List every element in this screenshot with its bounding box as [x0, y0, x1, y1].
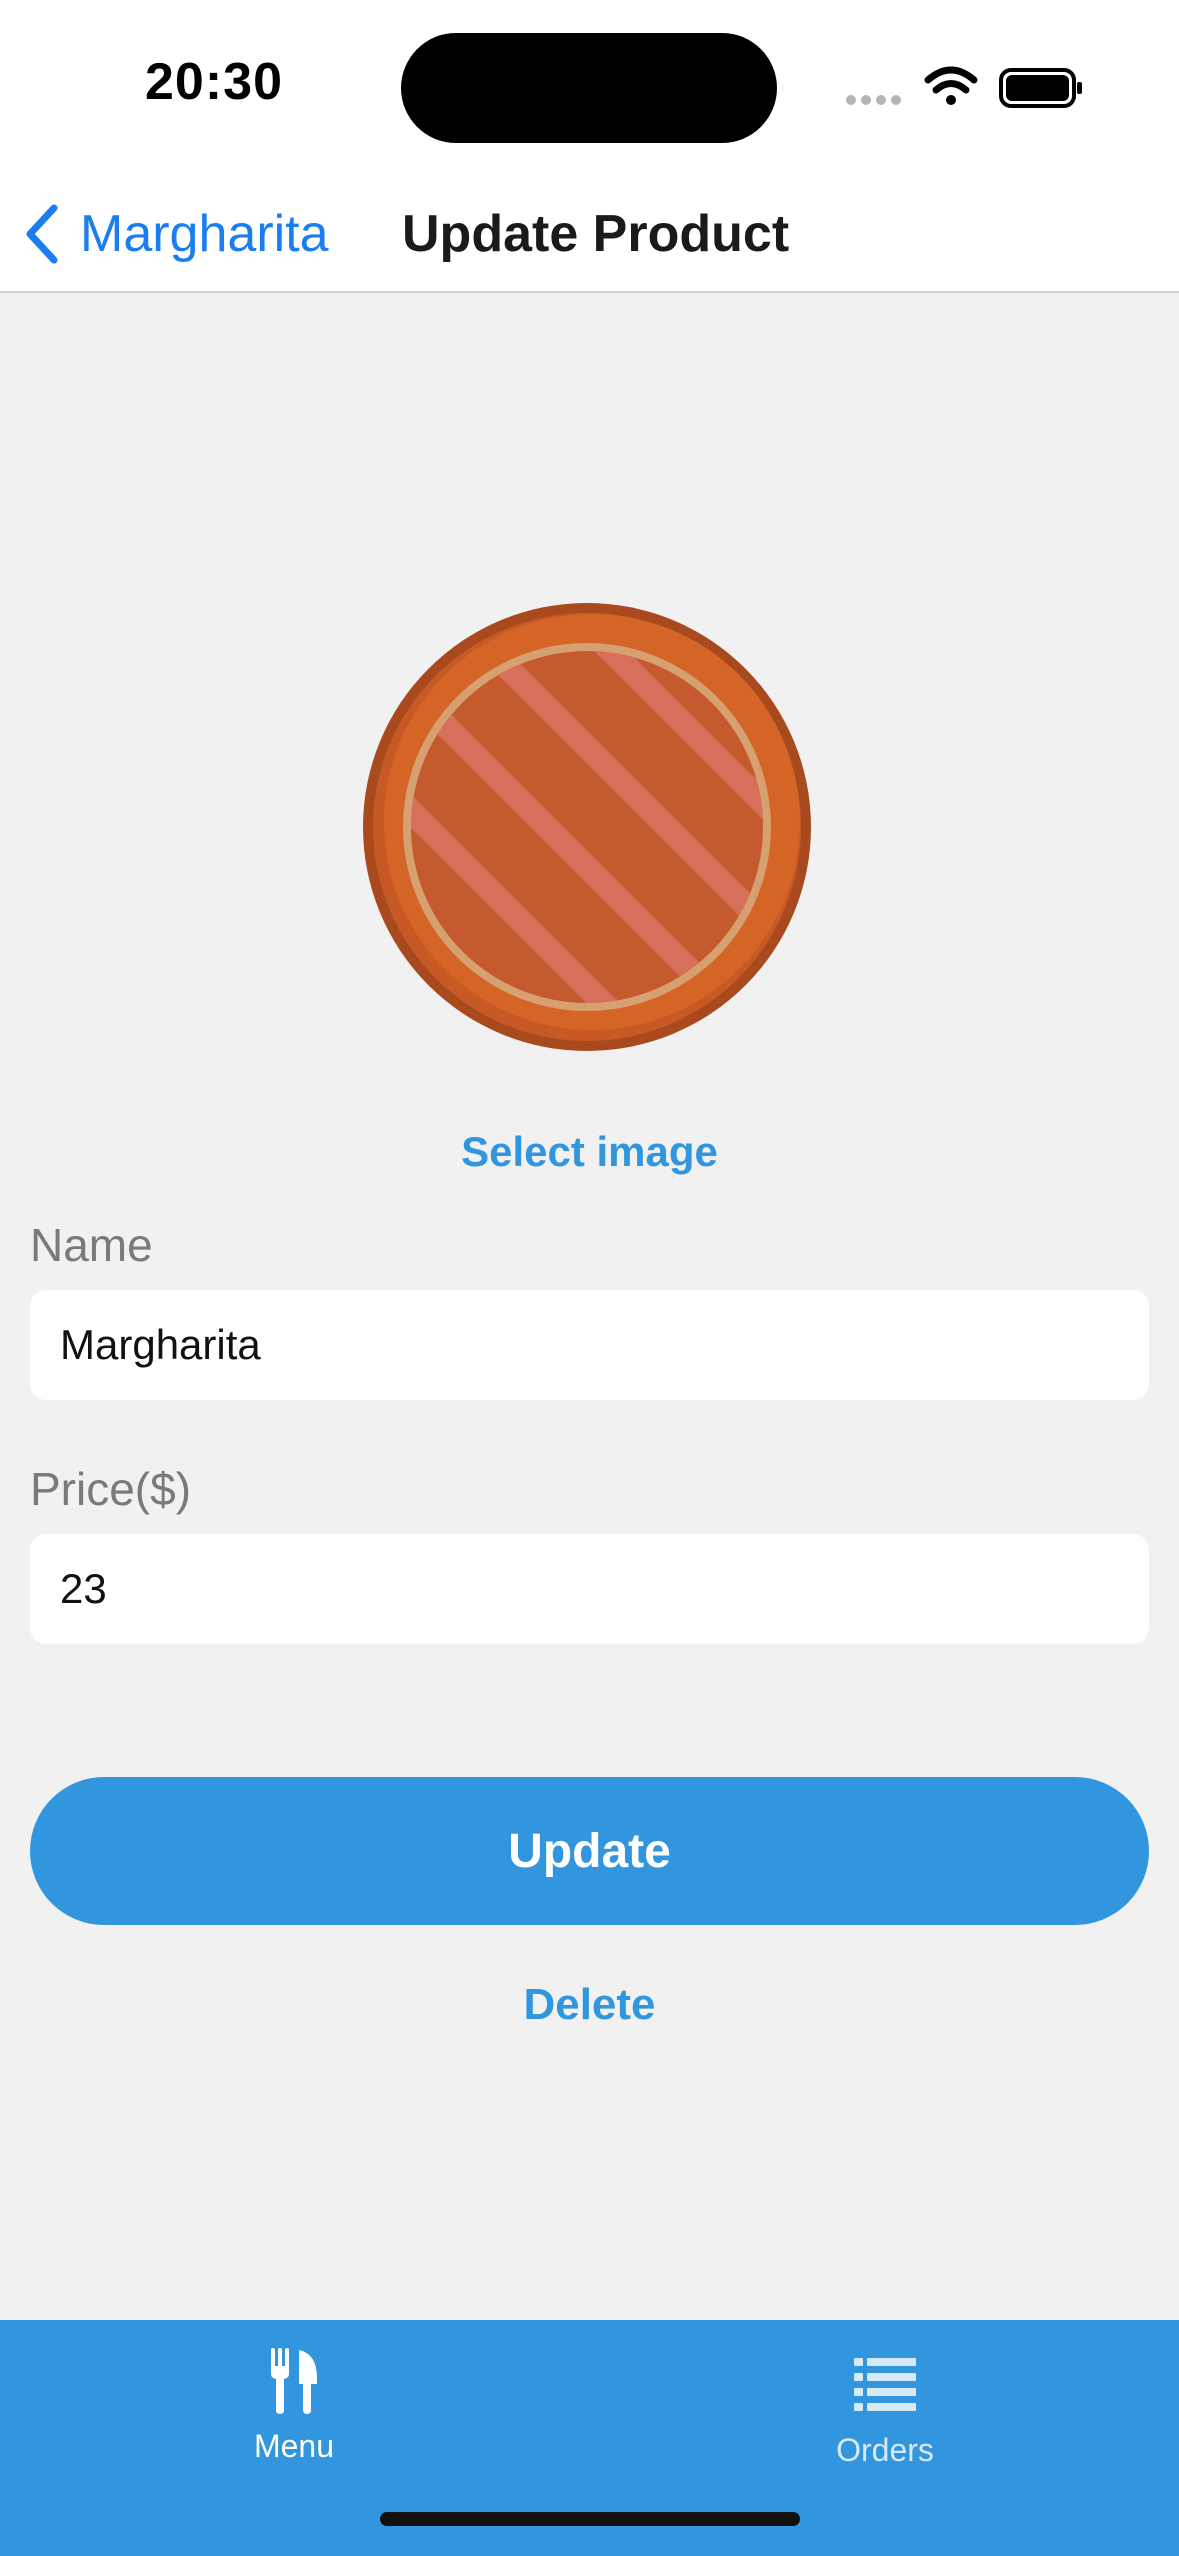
delete-button[interactable]: Delete: [0, 1980, 1179, 2030]
chevron-left-icon: [26, 204, 58, 264]
cellular-dots-icon: [846, 95, 901, 105]
status-bar: 20:30: [0, 0, 1179, 175]
back-label: Margharita: [80, 205, 329, 263]
name-label: Name: [30, 1219, 153, 1271]
page-title: Update Product: [402, 205, 790, 263]
tab-menu-label: Menu: [253, 2428, 335, 2464]
fork-knife-icon: [271, 2348, 317, 2414]
name-field[interactable]: [30, 1290, 1149, 1400]
tab-orders[interactable]: Orders: [735, 2320, 1035, 2480]
navigation-bar: Margharita Update Product: [0, 175, 1179, 293]
back-button[interactable]: Margharita: [24, 197, 329, 271]
update-button[interactable]: Update: [30, 1777, 1149, 1925]
wifi-icon: [924, 66, 978, 105]
tab-menu[interactable]: Menu: [144, 2320, 444, 2480]
list-icon: [854, 2358, 916, 2411]
select-image-button[interactable]: Select image: [0, 1128, 1179, 1176]
tab-orders-label: Orders: [836, 2432, 934, 2468]
home-indicator: [380, 2512, 800, 2526]
pizza-icon: [363, 603, 811, 1051]
price-label: Price($): [30, 1463, 192, 1515]
status-icons: [846, 66, 1082, 108]
price-field[interactable]: [30, 1534, 1149, 1644]
battery-icon: [999, 68, 1082, 108]
